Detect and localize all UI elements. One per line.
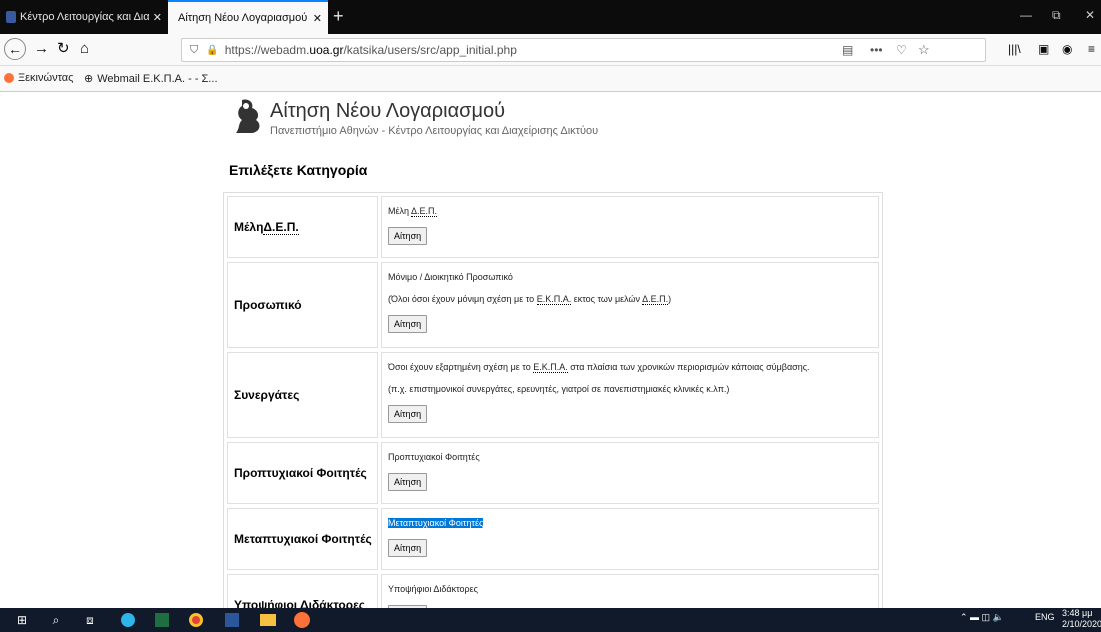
category-details: Προπτυχιακοί Φοιτητές Αίτηση bbox=[381, 442, 879, 504]
bookmark-label: Ξεκινώντας bbox=[18, 72, 74, 84]
url-text: https://webadm.uoa.gr/katsika/users/src/… bbox=[224, 43, 517, 57]
apply-button[interactable]: Αίτηση bbox=[388, 539, 428, 557]
category-heading: Επιλέξετε Κατηγορία bbox=[229, 162, 368, 178]
task-view-icon[interactable]: ⧈ bbox=[80, 610, 100, 630]
page-content: Αίτηση Νέου Λογαριασμού Πανεπιστήμιο Αθη… bbox=[0, 92, 1101, 608]
table-row: Μέλη Δ.Ε.Π. Μέλη Δ.Ε.Π. Αίτηση bbox=[227, 196, 879, 258]
apply-button[interactable]: Αίτηση bbox=[388, 473, 428, 491]
table-row: Συνεργάτες Όσοι έχουν εξαρτημένη σχέση μ… bbox=[227, 352, 879, 438]
page-actions-icon[interactable]: ••• bbox=[870, 43, 883, 57]
lock-icon[interactable]: 🔒 bbox=[206, 45, 218, 56]
page-subtitle: Πανεπιστήμιο Αθηνών - Κέντρο Λειτουργίας… bbox=[270, 125, 599, 137]
url-bar[interactable]: ⛉ 🔒 https://webadm.uoa.gr/katsika/users/… bbox=[181, 38, 986, 62]
category-label: Συνεργάτες bbox=[227, 352, 378, 438]
apply-button[interactable]: Αίτηση bbox=[388, 315, 428, 333]
file-explorer-icon[interactable] bbox=[258, 610, 278, 630]
table-row: Υποψήφιοι Διδάκτορες Υποψήφιοι Διδάκτορε… bbox=[227, 574, 879, 608]
globe-icon: ⊕ bbox=[84, 73, 94, 85]
apply-button[interactable]: Αίτηση bbox=[388, 405, 428, 423]
tab-title: Κέντρο Λειτουργίας και Διαχεί bbox=[20, 11, 149, 23]
forward-icon[interactable]: → bbox=[34, 40, 49, 58]
category-details: Μέλη Δ.Ε.Π. Αίτηση bbox=[381, 196, 879, 258]
category-label: Προσωπικό bbox=[227, 262, 378, 348]
pocket-icon[interactable]: ♡ bbox=[896, 43, 907, 57]
chrome-icon[interactable] bbox=[186, 610, 206, 630]
close-icon[interactable]: ✕ bbox=[153, 11, 162, 24]
tray-icons[interactable]: ⌃ ▬ ◫ 🔈 bbox=[960, 612, 1004, 623]
excel-icon[interactable] bbox=[152, 610, 172, 630]
bookmark-webmail[interactable]: ⊕ Webmail Ε.Κ.Π.Α. - - Σ... bbox=[84, 72, 218, 86]
menu-icon[interactable]: ≡ bbox=[1088, 40, 1095, 58]
bookmark-getting-started[interactable]: Ξεκινώντας bbox=[4, 72, 73, 84]
language-indicator[interactable]: ENG bbox=[1035, 612, 1055, 622]
minimize-icon[interactable]: — bbox=[1020, 8, 1032, 22]
firefox-taskbar-icon[interactable] bbox=[292, 610, 312, 630]
nav-bar: ← → ↻ ⌂ ⛉ 🔒 https://webadm.uoa.gr/katsik… bbox=[0, 34, 1101, 66]
close-icon[interactable]: ✕ bbox=[313, 12, 322, 25]
apply-button[interactable]: Αίτηση bbox=[388, 227, 428, 245]
tab-new-account[interactable]: Αίτηση Νέου Λογαριασμού — Κέν ✕ bbox=[168, 0, 328, 34]
category-details: Όσοι έχουν εξαρτημένη σχέση με το Ε.Κ.Π.… bbox=[381, 352, 879, 438]
account-icon[interactable]: ◉ bbox=[1062, 40, 1072, 58]
page-title: Αίτηση Νέου Λογαριασμού bbox=[270, 100, 506, 122]
taskbar: ⊞ ⌕ ⧈ ⌃ ▬ ◫ 🔈 ENG 3:48 μμ 2/10/2020 bbox=[0, 608, 1101, 632]
windows-start-icon[interactable]: ⊞ bbox=[12, 610, 32, 630]
university-logo bbox=[232, 98, 266, 139]
category-label: Υποψήφιοι Διδάκτορες bbox=[227, 574, 378, 608]
reader-view-icon[interactable]: ▤ bbox=[842, 43, 853, 57]
library-icon[interactable]: |||\ bbox=[1008, 40, 1021, 58]
back-icon[interactable]: ← bbox=[4, 38, 26, 60]
restore-icon[interactable]: ⧉ bbox=[1052, 8, 1061, 23]
table-row: Μεταπτυχιακοί Φοιτητές Μεταπτυχιακοί Φοι… bbox=[227, 508, 879, 570]
category-table: Μέλη Δ.Ε.Π. Μέλη Δ.Ε.Π. Αίτηση Προσωπικό… bbox=[223, 192, 883, 608]
category-label: Μεταπτυχιακοί Φοιτητές bbox=[227, 508, 378, 570]
search-icon[interactable]: ⌕ bbox=[46, 610, 66, 630]
sidebar-icon[interactable]: ▣ bbox=[1038, 40, 1049, 58]
bookmark-label: Webmail Ε.Κ.Π.Α. - - Σ... bbox=[97, 72, 218, 85]
firefox-page-icon bbox=[6, 11, 16, 23]
word-icon[interactable] bbox=[222, 610, 242, 630]
tab-bar: Κέντρο Λειτουργίας και Διαχεί ✕ Αίτηση Ν… bbox=[0, 0, 1101, 34]
tab-kentro[interactable]: Κέντρο Λειτουργίας και Διαχεί ✕ bbox=[0, 0, 168, 34]
shield-icon[interactable]: ⛉ bbox=[190, 44, 198, 57]
bookmarks-bar: Ξεκινώντας ⊕ Webmail Ε.Κ.Π.Α. - - Σ... bbox=[0, 66, 1101, 92]
category-details: Μεταπτυχιακοί Φοιτητές Αίτηση bbox=[381, 508, 879, 570]
home-icon[interactable]: ⌂ bbox=[80, 40, 89, 58]
bookmark-star-icon[interactable]: ☆ bbox=[918, 42, 930, 58]
clock[interactable]: 3:48 μμ 2/10/2020 bbox=[1062, 608, 1101, 630]
new-tab-icon[interactable]: + bbox=[333, 6, 344, 26]
category-details: Μόνιμο / Διοικητικό Προσωπικό (Όλοι όσοι… bbox=[381, 262, 879, 348]
reload-icon[interactable]: ↻ bbox=[57, 40, 70, 58]
category-label: Προπτυχιακοί Φοιτητές bbox=[227, 442, 378, 504]
selected-text: Μεταπτυχιακοί Φοιτητές bbox=[388, 518, 484, 528]
category-label: Μέλη Δ.Ε.Π. bbox=[227, 196, 378, 258]
close-window-icon[interactable]: ✕ bbox=[1085, 8, 1095, 22]
firefox-icon bbox=[4, 73, 14, 83]
table-row: Προπτυχιακοί Φοιτητές Προπτυχιακοί Φοιτη… bbox=[227, 442, 879, 504]
edge-icon[interactable] bbox=[118, 610, 138, 630]
table-row: Προσωπικό Μόνιμο / Διοικητικό Προσωπικό … bbox=[227, 262, 879, 348]
category-details: Υποψήφιοι Διδάκτορες Αίτηση bbox=[381, 574, 879, 608]
tab-title: Αίτηση Νέου Λογαριασμού — Κέν bbox=[178, 12, 309, 24]
